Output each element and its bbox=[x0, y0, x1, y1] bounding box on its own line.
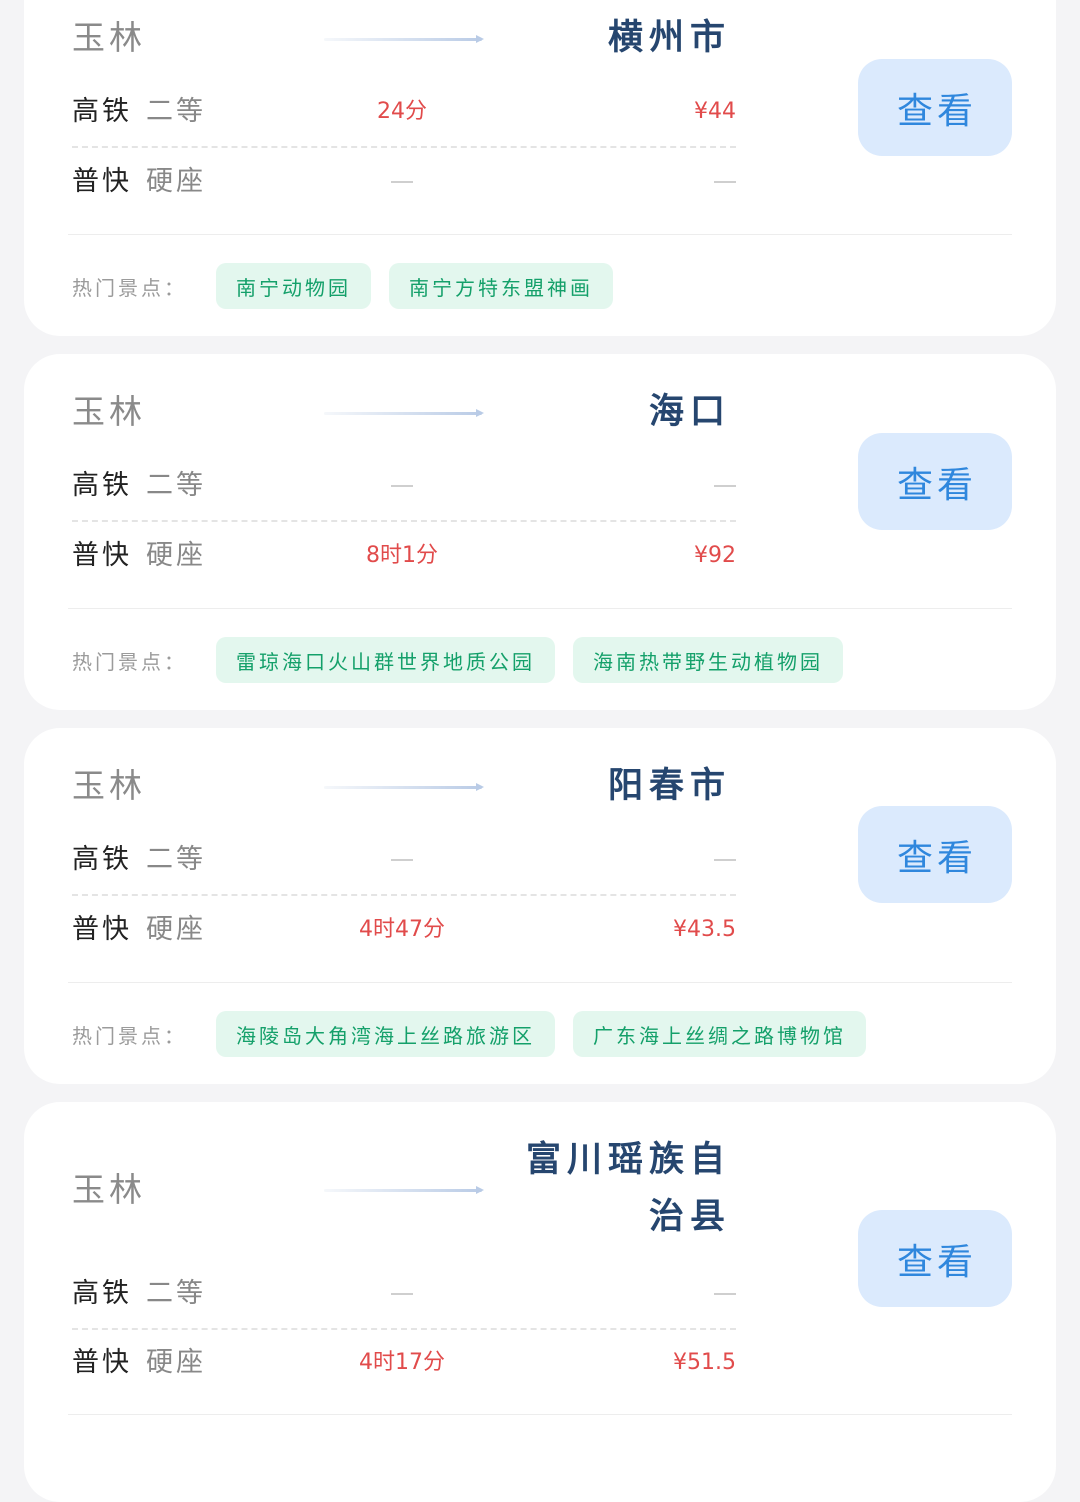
ticket-price: ¥92 bbox=[694, 543, 736, 568]
view-button[interactable]: 查看 bbox=[858, 806, 1012, 903]
section-divider bbox=[68, 608, 1012, 609]
hot-attractions: 热门景点： 雷琼海口火山群世界地质公园 海南热带野生动植物园 bbox=[72, 637, 843, 683]
hot-attractions: 热门景点： 南宁动物园 南宁方特东盟神画 bbox=[72, 263, 613, 309]
seat-class-label: 硬座 bbox=[146, 914, 206, 945]
route-card-0: 玉林 横州市 查看 高铁 二等 24分 ¥44 普快 硬座 热门景点： 南宁动物… bbox=[24, 0, 1056, 336]
row-divider bbox=[72, 520, 736, 522]
duration-unavailable-dash bbox=[391, 181, 413, 183]
fare-row-high-speed: 高铁 二等 bbox=[72, 1272, 736, 1316]
seat-class-label: 二等 bbox=[146, 96, 206, 127]
duration-unavailable-dash bbox=[391, 859, 413, 861]
origin-city: 玉林 bbox=[72, 1170, 146, 1209]
fare-row-regular: 普快 硬座 4时47分 ¥43.5 bbox=[72, 908, 736, 952]
attraction-tag[interactable]: 南宁动物园 bbox=[216, 263, 371, 309]
route-arrow-icon bbox=[324, 35, 484, 43]
seat-class-label: 二等 bbox=[146, 470, 206, 501]
duration-unavailable-dash bbox=[391, 485, 413, 487]
train-type-label: 高铁 bbox=[72, 470, 132, 501]
train-type-label: 普快 bbox=[72, 166, 132, 197]
train-type-label: 普快 bbox=[72, 540, 132, 571]
price-unavailable-dash bbox=[714, 859, 736, 861]
view-button[interactable]: 查看 bbox=[858, 1210, 1012, 1307]
travel-duration: 24分 bbox=[377, 99, 427, 124]
attraction-tag[interactable]: 南宁方特东盟神画 bbox=[389, 263, 613, 309]
route-arrow-icon bbox=[324, 409, 484, 417]
attractions-label: 热门景点： bbox=[72, 649, 187, 674]
attractions-label: 热门景点： bbox=[72, 1023, 187, 1048]
seat-class-label: 二等 bbox=[146, 844, 206, 875]
destination-city: 海口 bbox=[648, 392, 731, 432]
price-unavailable-dash bbox=[714, 181, 736, 183]
seat-class-label: 硬座 bbox=[146, 1347, 206, 1378]
attraction-tag[interactable]: 海陵岛大角湾海上丝路旅游区 bbox=[216, 1011, 555, 1057]
route-card-3: 玉林 富川瑶族自治县 查看 高铁 二等 普快 硬座 4时17分 ¥51.5 bbox=[24, 1102, 1056, 1502]
hot-attractions: 热门景点： 海陵岛大角湾海上丝路旅游区 广东海上丝绸之路博物馆 bbox=[72, 1011, 866, 1057]
fare-row-regular: 普快 硬座 4时17分 ¥51.5 bbox=[72, 1341, 736, 1385]
route-card-2: 玉林 阳春市 查看 高铁 二等 普快 硬座 4时47分 ¥43.5 热门景点： … bbox=[24, 728, 1056, 1084]
seat-class-label: 硬座 bbox=[146, 166, 206, 197]
attraction-tag[interactable]: 海南热带野生动植物园 bbox=[573, 637, 843, 683]
row-divider bbox=[72, 1328, 736, 1330]
route-arrow-icon bbox=[324, 783, 484, 791]
origin-city: 玉林 bbox=[72, 766, 146, 805]
destination-city: 横州市 bbox=[607, 18, 731, 58]
fare-row-regular: 普快 硬座 8时1分 ¥92 bbox=[72, 534, 736, 578]
attraction-tag[interactable]: 雷琼海口火山群世界地质公园 bbox=[216, 637, 555, 683]
travel-duration: 4时17分 bbox=[359, 1350, 445, 1375]
row-divider bbox=[72, 894, 736, 896]
section-divider bbox=[68, 1414, 1012, 1415]
row-divider bbox=[72, 146, 736, 148]
view-button[interactable]: 查看 bbox=[858, 59, 1012, 156]
destination-city: 富川瑶族自治县 bbox=[525, 1140, 731, 1237]
duration-unavailable-dash bbox=[391, 1293, 413, 1295]
origin-city: 玉林 bbox=[72, 392, 146, 431]
ticket-price: ¥51.5 bbox=[673, 1350, 736, 1375]
train-type-label: 高铁 bbox=[72, 844, 132, 875]
travel-duration: 8时1分 bbox=[366, 543, 438, 568]
train-type-label: 普快 bbox=[72, 1347, 132, 1378]
view-button[interactable]: 查看 bbox=[858, 433, 1012, 530]
price-unavailable-dash bbox=[714, 1293, 736, 1295]
price-unavailable-dash bbox=[714, 485, 736, 487]
attraction-tag[interactable]: 广东海上丝绸之路博物馆 bbox=[573, 1011, 866, 1057]
section-divider bbox=[68, 982, 1012, 983]
route-arrow-icon bbox=[324, 1186, 484, 1194]
section-divider bbox=[68, 234, 1012, 235]
attractions-label: 热门景点： bbox=[72, 275, 187, 300]
origin-city: 玉林 bbox=[72, 18, 146, 57]
fare-row-high-speed: 高铁 二等 24分 ¥44 bbox=[72, 90, 736, 134]
travel-duration: 4时47分 bbox=[359, 917, 445, 942]
train-type-label: 普快 bbox=[72, 914, 132, 945]
route-card-1: 玉林 海口 查看 高铁 二等 普快 硬座 8时1分 ¥92 热门景点： 雷琼海口… bbox=[24, 354, 1056, 710]
seat-class-label: 硬座 bbox=[146, 540, 206, 571]
fare-row-regular: 普快 硬座 bbox=[72, 160, 736, 204]
train-type-label: 高铁 bbox=[72, 1278, 132, 1309]
seat-class-label: 二等 bbox=[146, 1278, 206, 1309]
ticket-price: ¥43.5 bbox=[673, 917, 736, 942]
fare-row-high-speed: 高铁 二等 bbox=[72, 838, 736, 882]
fare-row-high-speed: 高铁 二等 bbox=[72, 464, 736, 508]
destination-city: 阳春市 bbox=[607, 766, 731, 806]
ticket-price: ¥44 bbox=[694, 99, 736, 124]
train-type-label: 高铁 bbox=[72, 96, 132, 127]
